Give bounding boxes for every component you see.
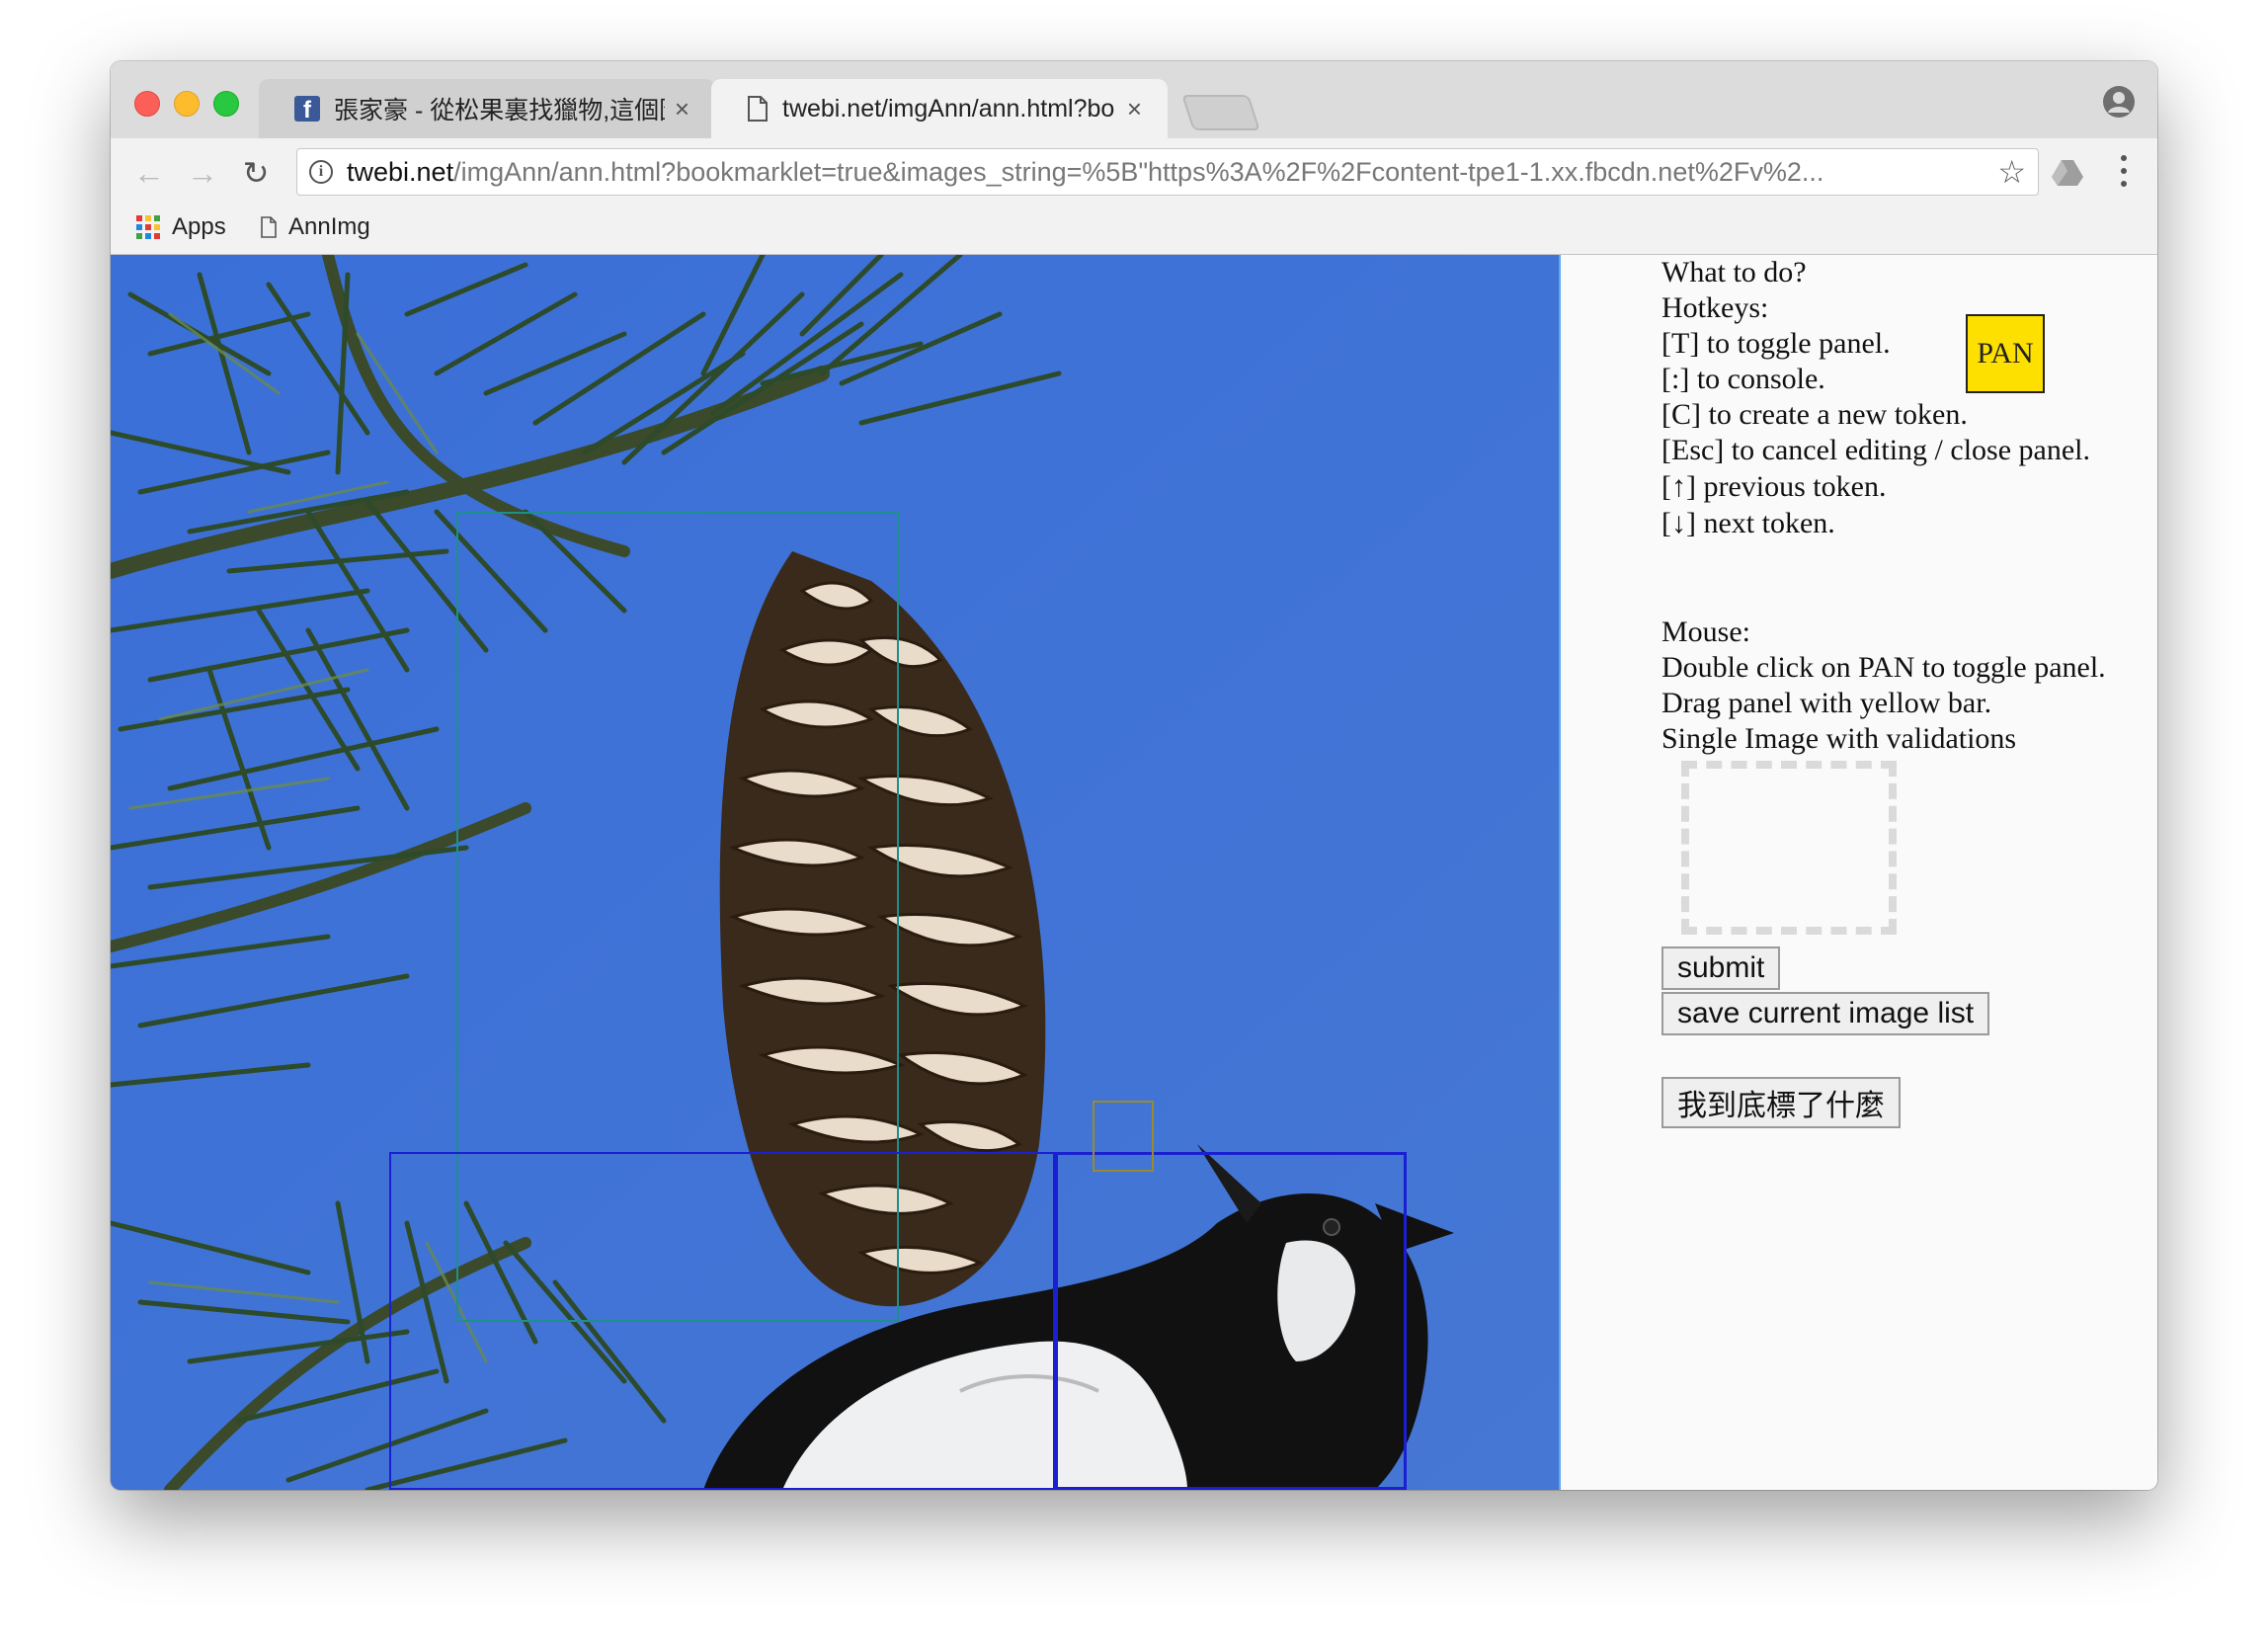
tab-close-icon[interactable]: × xyxy=(1127,94,1142,124)
hotkey-console: [:] to console. xyxy=(1661,363,1825,395)
bbox-beak[interactable] xyxy=(1093,1101,1154,1172)
page-icon xyxy=(261,216,277,238)
tab-close-icon[interactable]: × xyxy=(675,94,689,124)
bookmark-apps[interactable]: Apps xyxy=(136,213,226,241)
close-window-button[interactable] xyxy=(134,91,160,117)
save-image-list-button[interactable]: save current image list xyxy=(1661,992,1990,1035)
zoom-window-button[interactable] xyxy=(213,91,239,117)
pan-toggle-handle[interactable]: PAN xyxy=(1966,314,2045,393)
single-image-label: Single Image with validations xyxy=(1661,722,2017,755)
annotation-image[interactable] xyxy=(111,255,1559,1490)
submit-button[interactable]: submit xyxy=(1661,946,1781,990)
browser-toolbar: ← → ↻ i twebi.net/imgAnn/ann.html?bookma… xyxy=(111,138,2157,206)
facebook-icon: f xyxy=(294,96,320,123)
bookmark-label: AnnImg xyxy=(288,213,370,240)
hotkey-escape: [Esc] to cancel editing / close panel. xyxy=(1661,434,2090,466)
hotkey-create-token: [C] to create a new token. xyxy=(1661,398,1968,431)
reload-icon[interactable]: ↻ xyxy=(239,156,273,190)
bookmark-annimg[interactable]: AnnImg xyxy=(261,213,370,241)
bookmark-label: Apps xyxy=(172,213,226,240)
page-content: What to do? Hotkeys: [T] to toggle panel… xyxy=(111,255,2157,1490)
panel-heading: What to do? xyxy=(1661,256,1807,288)
back-arrow-icon[interactable]: ← xyxy=(132,156,166,190)
bookmarks-bar: Apps AnnImg xyxy=(111,206,2157,255)
apps-grid-icon xyxy=(136,215,160,239)
tab-facebook[interactable]: f 張家豪 - 從松果裏找獵物,這個圖 × xyxy=(259,79,715,138)
bbox-bird-left[interactable] xyxy=(389,1152,1055,1490)
url-text[interactable]: twebi.net/imgAnn/ann.html?bookmarklet=tr… xyxy=(347,157,1987,188)
minimize-window-button[interactable] xyxy=(174,91,200,117)
drive-extension-icon[interactable] xyxy=(2051,158,2084,188)
new-tab-button[interactable] xyxy=(1181,95,1260,130)
tab-annotation[interactable]: twebi.net/imgAnn/ann.html?bo × xyxy=(711,79,1168,138)
more-menu-icon[interactable] xyxy=(2118,152,2130,190)
hotkey-next-token: [↓] next token. xyxy=(1661,507,1835,539)
url-path: /imgAnn/ann.html?bookmarklet=true&images… xyxy=(453,156,1824,187)
hotkey-toggle: [T] to toggle panel. xyxy=(1661,327,1891,360)
bbox-bird-right[interactable] xyxy=(1055,1152,1407,1490)
hotkeys-heading: Hotkeys: xyxy=(1661,291,1769,324)
browser-window: f 張家豪 - 從松果裏找獵物,這個圖 × twebi.net/imgAnn/a… xyxy=(111,61,2157,1490)
mouse-double-click: Double click on PAN to toggle panel. xyxy=(1661,651,2106,684)
tab-strip: f 張家豪 - 從松果裏找獵物,這個圖 × twebi.net/imgAnn/a… xyxy=(111,61,2157,138)
profile-icon[interactable] xyxy=(2102,85,2136,119)
image-drop-zone[interactable] xyxy=(1681,761,1897,935)
info-icon[interactable]: i xyxy=(309,160,333,184)
panel-divider xyxy=(1559,255,1561,1490)
page-icon xyxy=(748,96,768,122)
mouse-heading: Mouse: xyxy=(1661,616,1750,648)
url-host: twebi.net xyxy=(347,156,454,187)
mouse-drag: Drag panel with yellow bar. xyxy=(1661,687,1992,719)
address-bar[interactable]: i twebi.net/imgAnn/ann.html?bookmarklet=… xyxy=(296,148,2039,196)
tab-title: 張家豪 - 從松果裏找獵物,這個圖 xyxy=(334,97,665,124)
tab-title: twebi.net/imgAnn/ann.html?bo xyxy=(782,94,1115,123)
bookmark-star-icon[interactable]: ☆ xyxy=(1997,153,2026,191)
what-labeled-button[interactable]: 我到底標了什麼 xyxy=(1661,1077,1901,1128)
forward-arrow-icon[interactable]: → xyxy=(186,156,219,190)
hotkey-previous-token: [↑] previous token. xyxy=(1661,470,1887,503)
